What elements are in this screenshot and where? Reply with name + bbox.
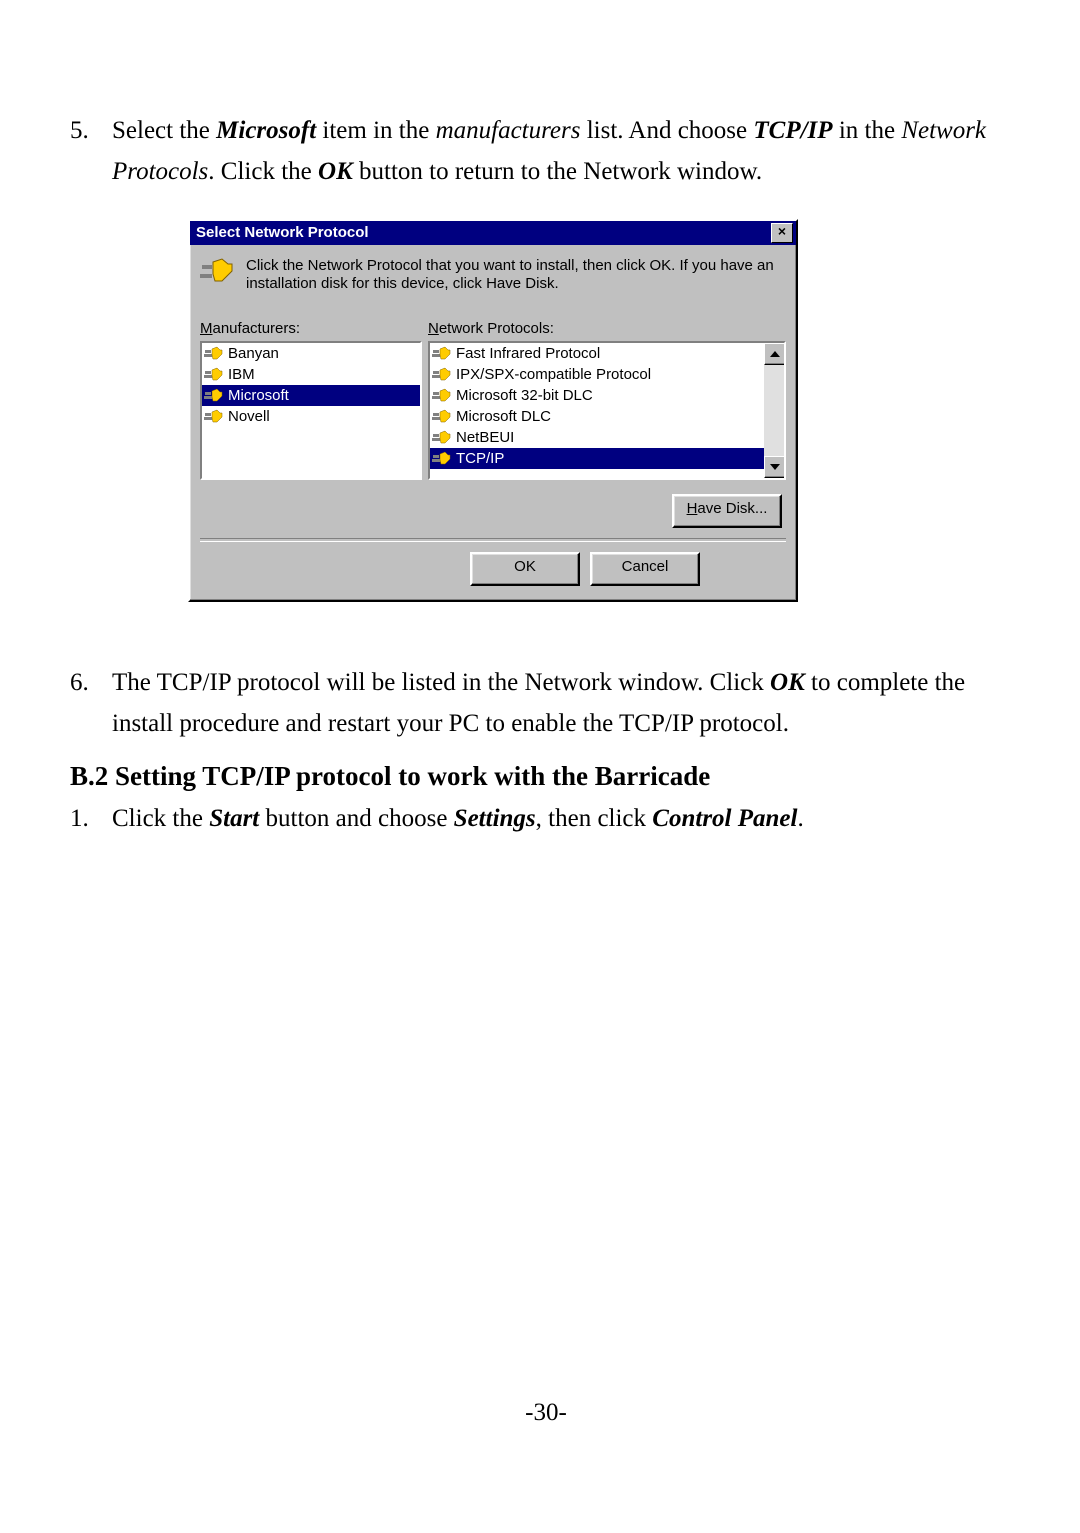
chevron-down-icon bbox=[770, 464, 780, 470]
network-plug-icon bbox=[200, 257, 234, 291]
select-network-protocol-dialog: Select Network Protocol × Click the Netw… bbox=[188, 219, 798, 603]
protocol-icon bbox=[432, 430, 452, 446]
scroll-up-button[interactable] bbox=[764, 343, 786, 365]
manufacturers-label: Manufacturers: bbox=[200, 320, 422, 337]
list-item-label: Microsoft bbox=[228, 387, 289, 404]
close-button[interactable]: × bbox=[771, 223, 793, 243]
list-item-label: IBM bbox=[228, 366, 255, 383]
list-item[interactable]: Microsoft 32-bit DLC bbox=[430, 385, 764, 406]
have-disk-button[interactable]: Have Disk... bbox=[672, 494, 782, 528]
list-item-label: Novell bbox=[228, 408, 270, 425]
protocol-icon bbox=[204, 388, 224, 404]
list-item[interactable]: NetBEUI bbox=[430, 427, 764, 448]
protocols-label: Network Protocols: bbox=[428, 320, 786, 337]
protocol-icon bbox=[432, 367, 452, 383]
ok-button[interactable]: OK bbox=[470, 552, 580, 586]
list-item-label: TCP/IP bbox=[456, 450, 504, 467]
step-6: 6. The TCP/IP protocol will be listed in… bbox=[70, 662, 1022, 745]
chevron-up-icon bbox=[770, 351, 780, 357]
protocol-icon bbox=[432, 388, 452, 404]
list-item-label: NetBEUI bbox=[456, 429, 514, 446]
dialog-titlebar: Select Network Protocol × bbox=[190, 221, 796, 245]
protocol-icon bbox=[204, 409, 224, 425]
list-item[interactable]: IPX/SPX-compatible Protocol bbox=[430, 364, 764, 385]
list-item[interactable]: TCP/IP bbox=[430, 448, 764, 469]
list-item-label: Banyan bbox=[228, 345, 279, 362]
step-5: 5. Select the Microsoft item in the manu… bbox=[70, 110, 1022, 193]
list-item[interactable]: Novell bbox=[202, 406, 420, 427]
manufacturers-listbox[interactable]: Banyan IBM Microsoft Novell bbox=[200, 341, 422, 480]
section-b2-heading: B.2 Setting TCP/IP protocol to work with… bbox=[70, 761, 1022, 792]
list-item[interactable]: Microsoft bbox=[202, 385, 420, 406]
step-5-text: Select the Microsoft item in the manufac… bbox=[112, 110, 1022, 193]
list-item[interactable]: Banyan bbox=[202, 343, 420, 364]
list-item-label: Microsoft DLC bbox=[456, 408, 551, 425]
dialog-intro-text: Click the Network Protocol that you want… bbox=[246, 257, 786, 295]
protocols-listbox[interactable]: Fast Infrared Protocol IPX/SPX-compatible… bbox=[428, 341, 786, 480]
cancel-button[interactable]: Cancel bbox=[590, 552, 700, 586]
step-5-number: 5. bbox=[70, 110, 112, 193]
list-item[interactable]: Microsoft DLC bbox=[430, 406, 764, 427]
protocol-icon bbox=[432, 451, 452, 467]
protocol-icon bbox=[432, 409, 452, 425]
list-item-label: IPX/SPX-compatible Protocol bbox=[456, 366, 651, 383]
dialog-title: Select Network Protocol bbox=[196, 224, 771, 241]
page-number: -30- bbox=[70, 1399, 1022, 1427]
list-item-label: Fast Infrared Protocol bbox=[456, 345, 600, 362]
protocol-icon bbox=[204, 346, 224, 362]
step-1-number: 1. bbox=[70, 798, 112, 839]
step-1-text: Click the Start button and choose Settin… bbox=[112, 798, 1022, 839]
list-item[interactable]: IBM bbox=[202, 364, 420, 385]
step-6-number: 6. bbox=[70, 662, 112, 745]
protocol-icon bbox=[432, 346, 452, 362]
scroll-down-button[interactable] bbox=[764, 456, 786, 478]
dialog-screenshot: Select Network Protocol × Click the Netw… bbox=[188, 219, 1022, 603]
protocol-icon bbox=[204, 367, 224, 383]
list-item-label: Microsoft 32-bit DLC bbox=[456, 387, 593, 404]
step-6-text: The TCP/IP protocol will be listed in th… bbox=[112, 662, 1022, 745]
dialog-divider bbox=[200, 538, 786, 542]
step-1: 1. Click the Start button and choose Set… bbox=[70, 798, 1022, 839]
list-item[interactable]: Fast Infrared Protocol bbox=[430, 343, 764, 364]
dialog-intro: Click the Network Protocol that you want… bbox=[200, 257, 786, 295]
protocols-scrollbar[interactable] bbox=[764, 343, 784, 478]
